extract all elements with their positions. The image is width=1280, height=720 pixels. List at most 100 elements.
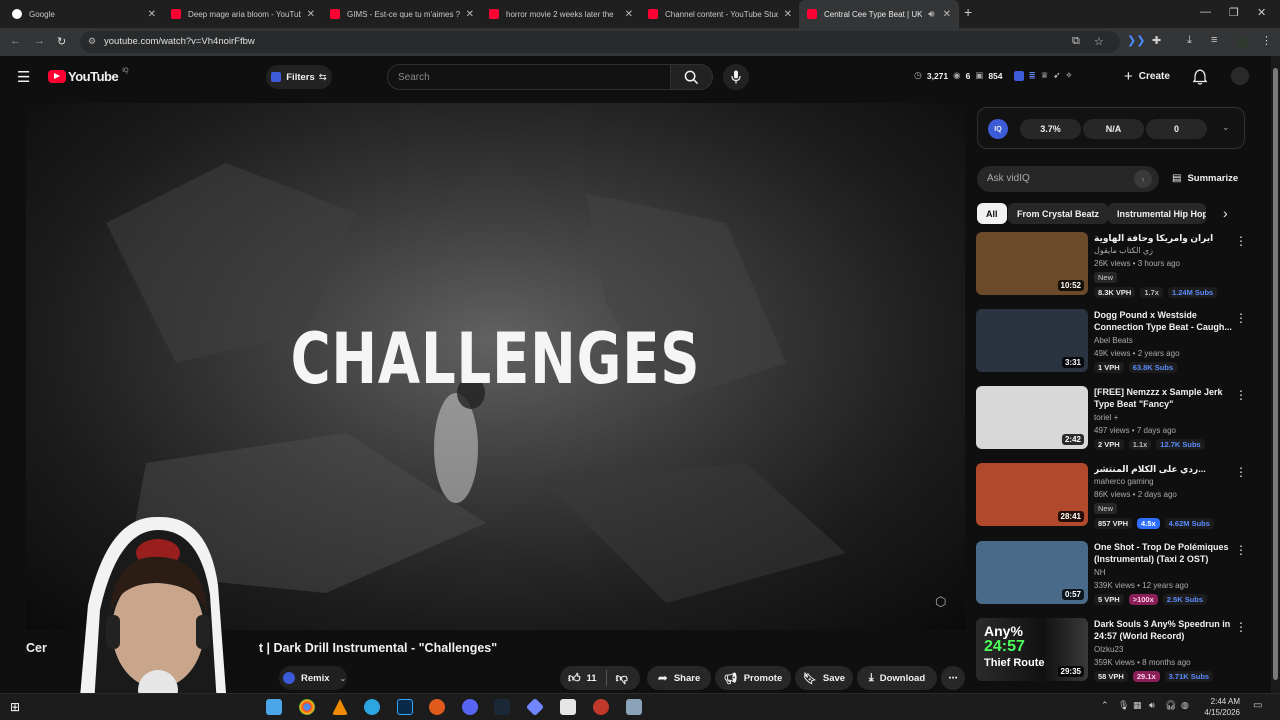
recommendation-card[interactable]: Any% 24:57 Thief Route 29:35 Dark Souls 3 An… [976,618,1247,690]
channel-name[interactable]: زي الكتاب مايقول [1094,246,1153,255]
browser-tab[interactable]: Channel content - YouTube Studio ✕ [640,0,800,28]
close-tab-icon[interactable]: ✕ [784,9,792,20]
promote-button[interactable]: 📢︎ Promote [715,666,791,690]
windows-start-icon[interactable]: ⊞ [10,700,20,714]
more-options-icon[interactable]: ⋮ [1235,465,1247,479]
create-button[interactable]: + Create [1124,68,1170,85]
restore-icon[interactable]: ❐ [1229,6,1239,19]
vidiq-badge-icon[interactable]: IQ [988,119,1008,139]
extension-icon[interactable]: ❯❯ [1127,34,1145,47]
photoshop-icon[interactable] [397,699,413,715]
save-button[interactable]: 🔖︎ Save [795,666,853,690]
filters-button[interactable]: Filters ⇆ [266,65,332,89]
close-tab-icon[interactable]: ✕ [466,9,474,20]
scrollbar-thumb[interactable] [1273,68,1278,680]
tray-chevron-icon[interactable]: ⌃ [1101,700,1109,711]
reload-icon[interactable]: ↻ [57,35,66,48]
like-icon[interactable]: 👍︎ [568,671,581,686]
fl-studio-icon[interactable] [429,699,445,715]
more-actions-button[interactable]: ⋯ [941,666,965,690]
more-options-icon[interactable]: ⋮ [1235,620,1247,634]
account-avatar[interactable] [1231,67,1249,85]
tray-headset-icon[interactable]: 🎧︎ [1165,700,1176,711]
list-icon[interactable]: ≣ [1029,70,1036,81]
search-button[interactable] [671,64,713,90]
tray-mic-icon[interactable]: 🎙︎ [1118,700,1129,711]
app-icon[interactable] [525,697,545,717]
close-window-icon[interactable]: ✕ [1257,6,1266,19]
recommendation-title[interactable]: ايران وامريكا وحافة الهاوية [1094,232,1232,244]
youtube-logo[interactable]: YouTube IQ [48,68,129,84]
speaker-icon[interactable]: 🔊︎ [928,9,934,20]
recommendation-card[interactable]: 0:57 One Shot - Trop De Polémiques (Instr… [976,541,1247,613]
hamburger-menu-icon[interactable]: ☰ [17,68,30,86]
recommendation-title[interactable]: Dark Souls 3 Any% Speedrun in 24:57 (Wor… [1094,618,1232,642]
rocket-icon[interactable]: ➶ [1053,70,1060,81]
summarize-button[interactable]: ▤ Summarize [1172,173,1238,184]
browser-tab[interactable]: GIMS - Est-ce que tu m'aimes ? ✕ [322,0,482,28]
browser-menu-icon[interactable]: ⋮ [1261,34,1272,47]
ask-vidiq-input[interactable]: Ask vidIQ › [977,166,1159,192]
close-tab-icon[interactable]: ✕ [307,9,315,20]
trophy-icon[interactable]: ♕ [1041,70,1049,81]
recommendation-title[interactable]: ردي على الكلام المنتشر... [1094,463,1232,475]
recommendation-card[interactable]: 3:31 Dogg Pound x Westside Connection Typ… [976,309,1247,381]
more-options-icon[interactable]: ⋮ [1235,388,1247,402]
recommendation-title[interactable]: [FREE] Nemzzz x Sample Jerk Type Beat "F… [1094,386,1232,410]
notification-center-icon[interactable]: ▭ [1253,700,1262,711]
channel-name[interactable]: Olzku23 [1094,645,1123,654]
notifications-bell-icon[interactable] [1193,69,1207,85]
more-options-icon[interactable]: ⋮ [1235,234,1247,248]
page-scrollbar[interactable] [1271,56,1280,693]
recommendation-title[interactable]: One Shot - Trop De Polémiques (Instrumen… [1094,541,1232,565]
chip-instrumental[interactable]: Instrumental Hip Hop [1108,203,1206,224]
browser-tab[interactable]: Google ✕ [4,0,164,28]
video-thumbnail[interactable]: 28:41 [976,463,1088,526]
file-explorer-icon[interactable] [266,699,282,715]
browser-tab-active[interactable]: Central Cee Type Beat | UK 🔊︎ ✕ [799,0,959,28]
downloads-icon[interactable]: ⤓ [1187,34,1192,47]
share-button[interactable]: ➦ Share [647,666,711,690]
send-arrow-icon[interactable]: › [1134,170,1152,188]
search-input[interactable]: Search [387,64,671,90]
video-thumbnail[interactable]: 10:52 [976,232,1088,295]
more-options-icon[interactable]: ⋮ [1235,311,1247,325]
site-info-icon[interactable]: ⚙ [88,36,96,47]
browser-tab[interactable]: horror movie 2 weeks later the ✕ [481,0,641,28]
sparkle-icon[interactable]: ✧ [1065,70,1072,81]
forward-icon[interactable]: → [34,35,45,47]
remix-button[interactable]: Remix ⌄ [279,666,347,690]
bookmark-star-icon[interactable]: ☆ [1094,35,1104,48]
vlc-icon[interactable] [332,699,348,715]
tray-network-icon[interactable]: ▦ [1133,700,1142,711]
address-bar[interactable]: ⚙ youtube.com/watch?v=Vh4noirFfbw ⧉ ☆ [80,31,1120,53]
install-app-icon[interactable]: ⧉ [1072,35,1080,48]
tray-wifi-icon[interactable]: ◍ [1181,700,1189,711]
video-thumbnail[interactable]: 3:31 [976,309,1088,372]
taskbar-clock[interactable]: 2:44 AM 4/15/2026 [1204,696,1240,718]
steam-icon[interactable] [494,699,510,715]
voice-search-button[interactable] [723,64,749,90]
more-options-icon[interactable]: ⋮ [1235,543,1247,557]
chevron-right-icon[interactable]: › [1223,205,1228,221]
extensions-puzzle-icon[interactable]: ✚ [1152,34,1161,47]
chrome-icon[interactable] [299,699,315,715]
channel-name[interactable]: Abel Beats [1094,336,1133,345]
channel-name[interactable]: toriel + [1094,413,1118,422]
recorder-icon[interactable] [593,699,609,715]
profile-avatar-icon[interactable] [1236,36,1248,48]
dislike-icon[interactable]: 👎︎ [616,671,628,686]
recommendation-title[interactable]: Dogg Pound x Westside Connection Type Be… [1094,309,1232,333]
vidiq-logo-icon[interactable] [1013,70,1024,81]
chevron-down-icon[interactable]: ⌄ [1222,122,1230,133]
recommendation-card[interactable]: 28:41 ردي على الكلام المنتشر... maherco ga… [976,463,1247,535]
video-thumbnail[interactable]: 2:42 [976,386,1088,449]
recommendation-card[interactable]: 10:52 ايران وامريكا وحافة الهاوية زي الكتا… [976,232,1247,304]
video-thumbnail[interactable]: 0:57 [976,541,1088,604]
discord-icon[interactable] [462,699,478,715]
close-tab-icon[interactable]: ✕ [625,9,633,20]
media-controls-icon[interactable]: ≡ [1211,34,1217,46]
channel-name[interactable]: maherco gaming [1094,477,1154,486]
capcut-icon[interactable] [560,699,576,715]
telegram-icon[interactable] [364,699,380,715]
